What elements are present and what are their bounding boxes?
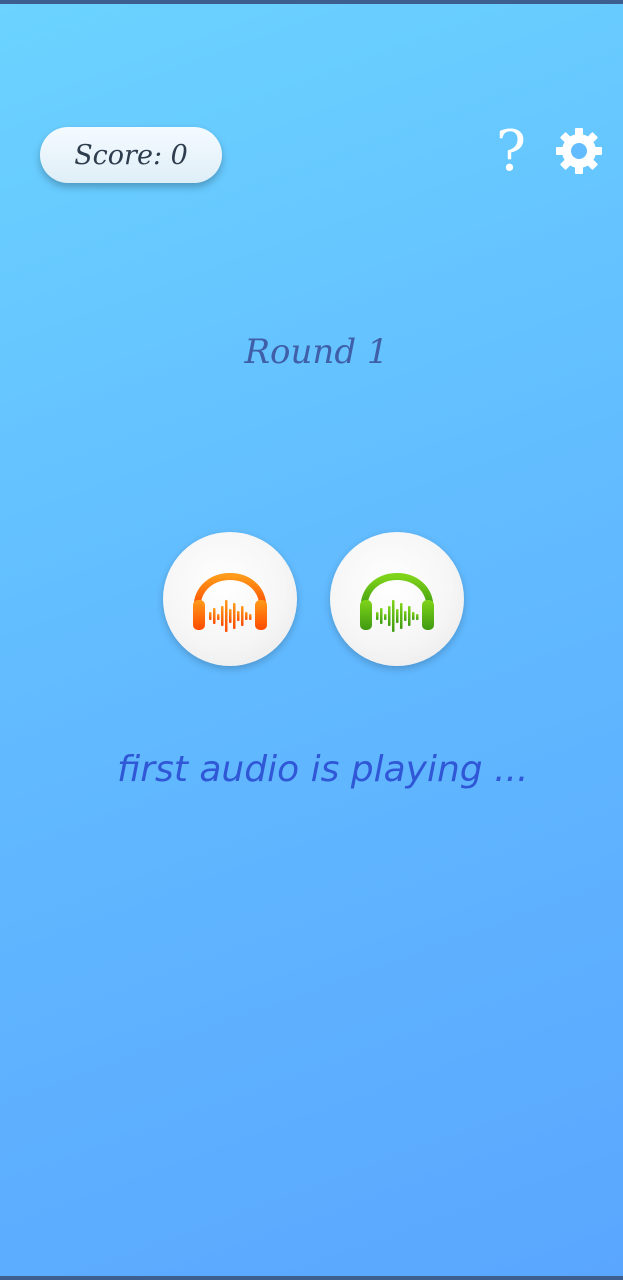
gear-icon [556,128,602,174]
headphones-icon [193,573,267,632]
round-title: Round 1 [244,332,389,372]
game-screen: Score: 0 ? Round 1 first audio is playin… [0,0,623,1280]
score-label: Score: 0 [74,139,188,171]
settings-button[interactable] [554,126,604,176]
help-button[interactable]: ? [490,122,532,182]
question-mark-icon: ? [495,119,527,184]
first-audio-button[interactable] [163,532,297,666]
headphones-icon [360,573,434,632]
score-badge[interactable]: Score: 0 [40,127,222,183]
playback-status: first audio is playing ... [117,749,529,790]
second-audio-button[interactable] [330,532,464,666]
